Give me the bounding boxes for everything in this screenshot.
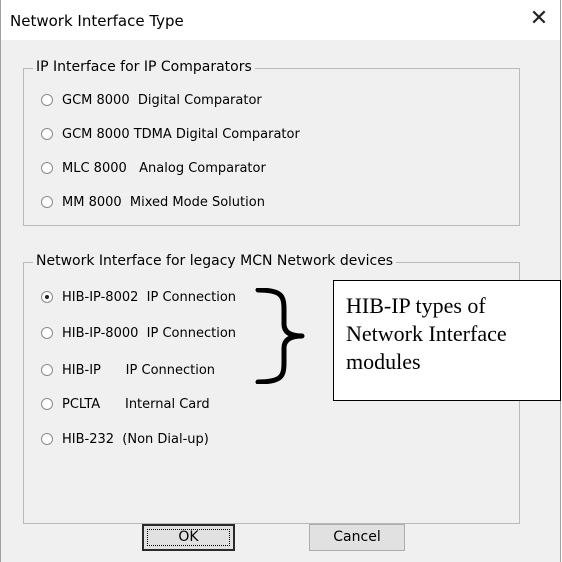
radio-pclta[interactable]: PCLTA Internal Card (41, 393, 210, 415)
radio-gcm-8000-tdma[interactable]: GCM 8000 TDMA Digital Comparator (41, 123, 300, 145)
radio-label: HIB-IP-8002 IP Connection (62, 289, 237, 305)
annotation-callout: HIB-IP types of Network Interface module… (333, 280, 561, 401)
annotation-line: modules (346, 349, 421, 374)
radio-label: PCLTA Internal Card (62, 396, 210, 412)
radio-gcm-8000[interactable]: GCM 8000 Digital Comparator (41, 89, 262, 111)
radio-button-selected-icon[interactable] (41, 291, 53, 303)
radio-button-icon[interactable] (41, 162, 53, 174)
radio-hib-ip-8000[interactable]: HIB-IP-8000 IP Connection (41, 322, 236, 344)
cancel-button-label: Cancel (333, 529, 381, 545)
radio-hib-ip[interactable]: HIB-IP IP Connection (41, 359, 215, 381)
focus-rectangle (147, 529, 230, 546)
radio-label: MM 8000 Mixed Mode Solution (62, 194, 265, 210)
ip-interface-group-legend: IP Interface for IP Comparators (33, 59, 255, 75)
ip-interface-group: IP Interface for IP Comparators GCM 8000… (23, 59, 520, 226)
radio-label: HIB-IP-8000 IP Connection (62, 325, 237, 341)
radio-label: HIB-232 (Non Dial-up) (62, 431, 209, 447)
radio-button-icon[interactable] (41, 128, 53, 140)
radio-label: GCM 8000 Digital Comparator (62, 92, 262, 108)
radio-label: HIB-IP IP Connection (62, 362, 216, 378)
curly-brace-icon (255, 288, 305, 384)
radio-mlc-8000[interactable]: MLC 8000 Analog Comparator (41, 157, 266, 179)
annotation-line: Network Interface (346, 321, 507, 346)
radio-button-icon[interactable] (41, 398, 53, 410)
title-bar: Network Interface Type ✕ (1, 0, 560, 40)
radio-mm-8000[interactable]: MM 8000 Mixed Mode Solution (41, 191, 265, 213)
radio-label: GCM 8000 TDMA Digital Comparator (62, 126, 300, 142)
annotation-line: HIB-IP types of (346, 293, 486, 318)
radio-button-icon[interactable] (41, 196, 53, 208)
radio-button-icon[interactable] (41, 94, 53, 106)
radio-button-icon[interactable] (41, 364, 53, 376)
window-title: Network Interface Type (10, 12, 184, 30)
legacy-network-group-legend: Network Interface for legacy MCN Network… (33, 253, 397, 269)
radio-button-icon[interactable] (41, 327, 53, 339)
close-icon[interactable]: ✕ (524, 5, 554, 35)
radio-button-icon[interactable] (41, 433, 53, 445)
radio-hib-ip-8002[interactable]: HIB-IP-8002 IP Connection (41, 286, 236, 308)
cancel-button[interactable]: Cancel (309, 524, 405, 551)
radio-hib-232[interactable]: HIB-232 (Non Dial-up) (41, 428, 209, 450)
ok-button[interactable]: OK (142, 524, 235, 551)
radio-label: MLC 8000 Analog Comparator (62, 160, 266, 176)
